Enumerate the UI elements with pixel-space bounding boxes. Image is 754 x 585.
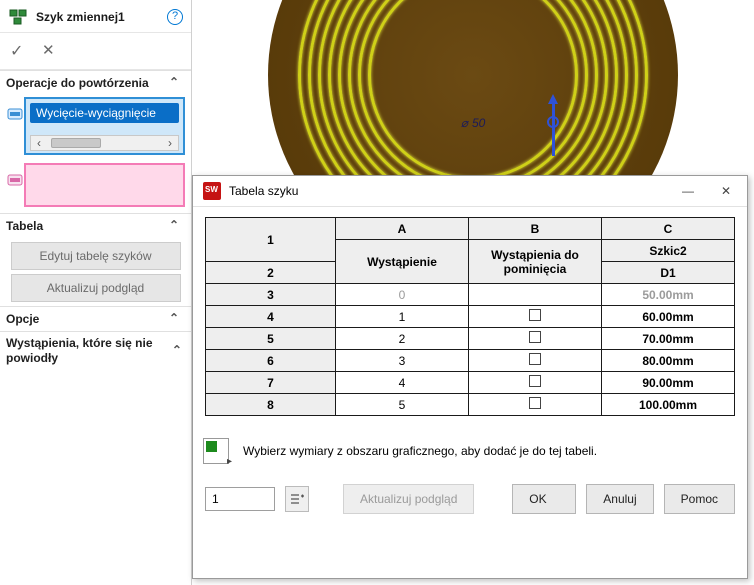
dialog-titlebar[interactable]: Tabela szyku — ✕ xyxy=(193,176,747,207)
section-features-to-pattern[interactable]: Operacje do powtórzenia xyxy=(0,70,191,95)
d1-cell[interactable]: 90.00mm xyxy=(602,372,735,394)
property-manager: Szyk zmiennej1 ? Operacje do powtórzenia… xyxy=(0,0,192,585)
add-rows-button[interactable] xyxy=(285,486,309,512)
row-head: 3 xyxy=(206,284,336,306)
dialog-title: Tabela szyku xyxy=(229,184,298,198)
skip-cell[interactable] xyxy=(469,350,602,372)
help-icon[interactable]: ? xyxy=(167,9,183,25)
skip-checkbox[interactable] xyxy=(529,375,541,387)
skip-cell[interactable] xyxy=(469,372,602,394)
section-label: Opcje xyxy=(6,312,39,326)
dialog-ok-button[interactable]: OK xyxy=(512,484,576,514)
d1-cell[interactable]: 60.00mm xyxy=(602,306,735,328)
cancel-button[interactable] xyxy=(42,41,60,59)
close-button[interactable]: ✕ xyxy=(715,183,737,199)
dialog-cancel-button[interactable]: Anuluj xyxy=(586,484,653,514)
header-sketch[interactable]: Szkic2 xyxy=(602,240,735,262)
chevron-up-icon xyxy=(169,311,185,327)
row-head: 8 xyxy=(206,394,336,416)
d1-cell[interactable]: 50.00mm xyxy=(602,284,735,306)
col-letter: B xyxy=(469,218,602,240)
triad-origin-icon xyxy=(547,116,559,128)
pattern-table[interactable]: 1 A B C Wystąpienie Wystąpienia do pomin… xyxy=(205,217,735,416)
header-instance[interactable]: Wystąpienie xyxy=(336,240,469,284)
features-listbox[interactable]: Wycięcie-wyciągnięcie ‹ › xyxy=(24,97,185,155)
scroll-left-icon[interactable]: ‹ xyxy=(31,136,47,150)
instance-cell[interactable]: 0 xyxy=(336,284,469,306)
header-skip[interactable]: Wystąpienia do pominięcia xyxy=(469,240,602,284)
d1-cell[interactable]: 100.00mm xyxy=(602,394,735,416)
section-label: Tabela xyxy=(6,219,43,233)
d1-cell[interactable]: 80.00mm xyxy=(602,350,735,372)
col-letter: A xyxy=(336,218,469,240)
features-selector-icon[interactable] xyxy=(6,97,24,155)
instance-cell[interactable]: 3 xyxy=(336,350,469,372)
scroll-thumb[interactable] xyxy=(51,138,101,148)
chevron-up-icon xyxy=(169,75,185,91)
triad-axis[interactable] xyxy=(552,100,555,156)
section-label: Wystąpienia, które się nie powiodły xyxy=(6,336,172,366)
dimension-value: 50 xyxy=(472,116,485,130)
row-head: 7 xyxy=(206,372,336,394)
instance-cell[interactable]: 5 xyxy=(336,394,469,416)
edit-pattern-table-button[interactable]: Edytuj tabelę szyków xyxy=(11,242,181,270)
hint-text: Wybierz wymiary z obszaru graficznego, a… xyxy=(243,444,597,458)
model-coil xyxy=(268,0,678,175)
ok-button[interactable] xyxy=(10,41,28,59)
instance-cell[interactable]: 4 xyxy=(336,372,469,394)
skip-cell[interactable] xyxy=(469,394,602,416)
pattern-table-dialog: Tabela szyku — ✕ 1 A B C Wystąpienie Wys… xyxy=(192,175,748,579)
row-head: 1 xyxy=(206,218,336,262)
col-letter: C xyxy=(602,218,735,240)
section-table[interactable]: Tabela xyxy=(0,213,191,238)
minimize-button[interactable]: — xyxy=(677,183,699,199)
skip-checkbox[interactable] xyxy=(529,397,541,409)
solidworks-icon xyxy=(203,182,221,200)
dialog-help-button[interactable]: Pomoc xyxy=(664,484,735,514)
instance-cell[interactable]: 2 xyxy=(336,328,469,350)
skip-cell[interactable] xyxy=(469,328,602,350)
row-head: 2 xyxy=(206,262,336,284)
section-label: Operacje do powtórzenia xyxy=(6,76,149,90)
skip-checkbox[interactable] xyxy=(529,353,541,365)
section-failed-instances[interactable]: Wystąpienia, które się nie powiodły xyxy=(0,331,191,370)
ok-cancel-bar xyxy=(0,33,191,70)
export-excel-icon[interactable] xyxy=(203,438,229,464)
feature-item[interactable]: Wycięcie-wyciągnięcie xyxy=(30,103,179,123)
chevron-up-icon xyxy=(172,343,185,359)
skip-cell[interactable] xyxy=(469,284,602,306)
graphics-viewport[interactable]: 50 xyxy=(202,0,744,175)
scroll-right-icon[interactable]: › xyxy=(162,136,178,150)
pm-title: Szyk zmiennej1 xyxy=(36,10,125,24)
instance-cell[interactable]: 1 xyxy=(336,306,469,328)
faces-selector-icon[interactable] xyxy=(6,163,24,207)
section-options[interactable]: Opcje xyxy=(0,306,191,331)
skip-checkbox[interactable] xyxy=(529,309,541,321)
variable-pattern-icon xyxy=(8,6,30,28)
faces-listbox[interactable] xyxy=(24,163,185,207)
skip-checkbox[interactable] xyxy=(529,331,541,343)
d1-cell[interactable]: 70.00mm xyxy=(602,328,735,350)
add-rows-input[interactable] xyxy=(205,487,275,511)
header-sketch-sub[interactable]: D1 xyxy=(602,262,735,284)
scroll-track[interactable] xyxy=(47,138,162,148)
dimension-annotation[interactable]: 50 xyxy=(461,116,486,130)
diameter-icon xyxy=(461,116,468,130)
row-head: 4 xyxy=(206,306,336,328)
chevron-up-icon xyxy=(169,218,185,234)
row-head: 6 xyxy=(206,350,336,372)
pm-header: Szyk zmiennej1 ? xyxy=(0,0,191,33)
update-preview-button[interactable]: Aktualizuj podgląd xyxy=(11,274,181,302)
h-scrollbar[interactable]: ‹ › xyxy=(30,135,179,151)
skip-cell[interactable] xyxy=(469,306,602,328)
dialog-update-preview-button[interactable]: Aktualizuj podgląd xyxy=(343,484,474,514)
row-head: 5 xyxy=(206,328,336,350)
